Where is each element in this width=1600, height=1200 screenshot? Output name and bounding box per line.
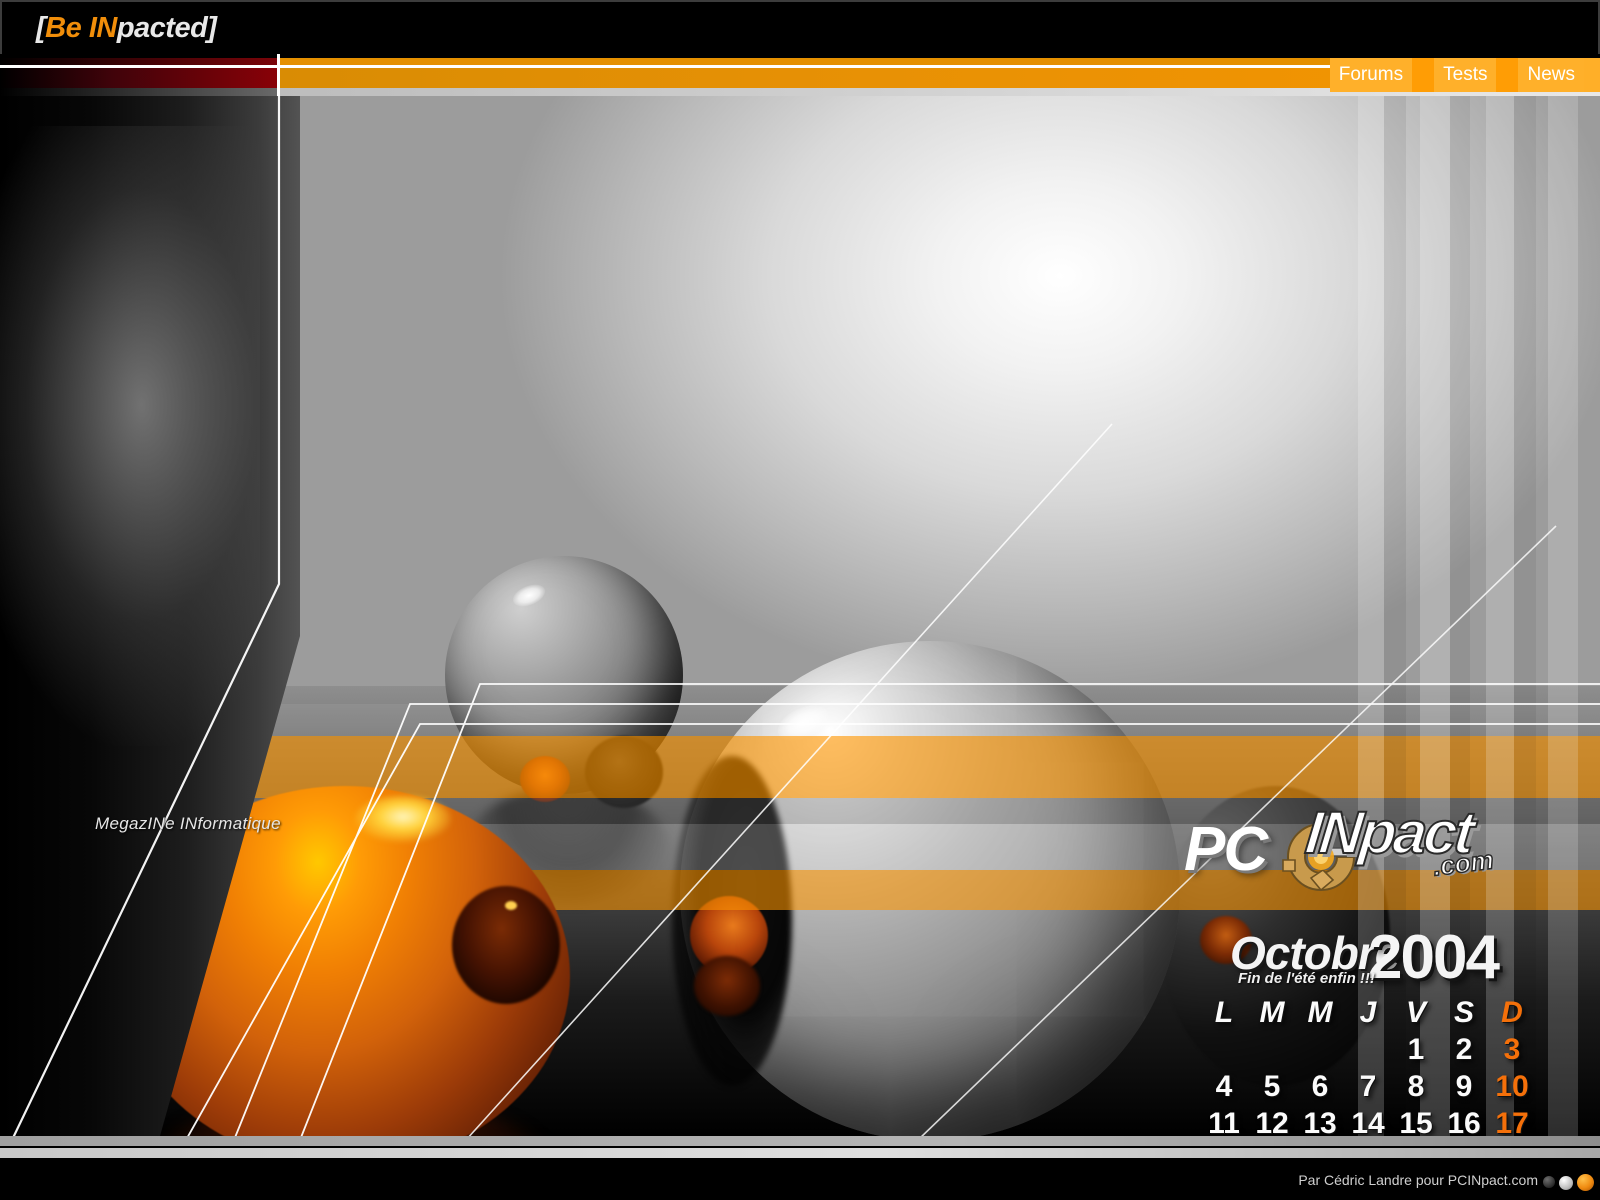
weekday-cell: M [1307, 996, 1333, 1029]
nav-divider-1 [1412, 58, 1435, 92]
calendar-week-row: 4 5 6 7 8 9 10 [1200, 1068, 1600, 1105]
calendar-week-row: 1 2 3 [1200, 1031, 1600, 1068]
footer-sphere-orange-icon [1577, 1174, 1594, 1191]
header-vertical-divider [277, 54, 280, 96]
day-cell [1344, 1031, 1392, 1068]
day-cell: 16 [1447, 1107, 1481, 1136]
day-cell: 5 [1263, 1070, 1281, 1103]
day-cell: 11 [1208, 1107, 1240, 1136]
header-bottom-dark-stripe [0, 88, 280, 96]
main-navigation: Forums Tests News [1329, 58, 1600, 92]
wallpaper-stage: [Be INpacted] Forums Tests News MegazINe… [0, 0, 1600, 1200]
day-cell: 14 [1351, 1107, 1385, 1136]
brand-in: IN [88, 12, 118, 44]
day-cell: 7 [1359, 1070, 1377, 1103]
day-cell [1248, 1031, 1296, 1068]
brand-bracket-open: [ [36, 12, 46, 44]
title-bar: [Be INpacted] [0, 0, 1600, 54]
calendar: Octobre 2004 Fin de l'été enfin !!! L M … [1190, 923, 1600, 1136]
pcinpact-logo[interactable]: PC INpact .com [1178, 796, 1538, 896]
weekday-cell: V [1405, 996, 1426, 1029]
calendar-year: 2004 [1368, 923, 1500, 992]
day-cell: 1 [1407, 1033, 1425, 1066]
day-cell: 15 [1399, 1107, 1433, 1136]
day-cell: 9 [1455, 1070, 1473, 1103]
logo-text-pc: PC [1184, 815, 1268, 884]
brand-bracket-close: ] [207, 12, 217, 44]
logo-text-com: .com [1431, 844, 1496, 883]
brand-pacted: pacted [116, 12, 208, 44]
weekday-cell: M [1259, 996, 1285, 1029]
day-cell [1200, 1031, 1248, 1068]
weekday-cell: D [1501, 996, 1523, 1029]
header-thin-red-stripe [0, 58, 280, 65]
nav-divider-2 [1496, 58, 1519, 92]
day-cell: 6 [1311, 1070, 1329, 1103]
footer-sphere-light-icon [1559, 1176, 1573, 1190]
day-cell: 17 [1495, 1107, 1529, 1136]
footer-sphere-dark-icon [1543, 1176, 1555, 1188]
page-title: [Be INpacted] [36, 12, 217, 45]
weekday-cell: J [1359, 996, 1377, 1029]
magazine-label: MegazINe INformatique [95, 814, 281, 833]
brand-be: Be [45, 12, 89, 44]
calendar-grid: L M M J V S D 1 2 3 4 5 6 7 8 9 10 11 12… [1200, 994, 1600, 1136]
day-cell: 3 [1503, 1033, 1521, 1066]
weekday-cell: L [1214, 996, 1234, 1029]
day-cell [1296, 1031, 1344, 1068]
nav-end-cap [1584, 58, 1600, 92]
footer-credit: Par Cédric Landre pour PCINpact.com [1298, 1172, 1538, 1188]
nav-item-tests[interactable]: Tests [1434, 58, 1497, 92]
day-cell: 8 [1407, 1070, 1425, 1103]
day-cell: 2 [1455, 1033, 1473, 1066]
nav-item-news[interactable]: News [1518, 58, 1584, 92]
nav-item-forums[interactable]: Forums [1329, 58, 1413, 92]
bottom-bar-lower [0, 1148, 1600, 1158]
calendar-weekday-row: L M M J V S D [1200, 994, 1600, 1031]
day-cell: 10 [1495, 1070, 1529, 1103]
wallpaper-artwork: MegazINe INformatique PC INpact .com Oct [0, 96, 1600, 1136]
bottom-bar-upper [0, 1136, 1600, 1146]
day-cell: 12 [1255, 1107, 1289, 1136]
calendar-subtitle: Fin de l'été enfin !!! [1238, 970, 1375, 987]
weekday-cell: S [1453, 996, 1474, 1029]
calendar-week-row: 11 12 13 14 15 16 17 [1200, 1105, 1600, 1136]
day-cell: 13 [1303, 1107, 1337, 1136]
day-cell: 4 [1215, 1070, 1233, 1103]
header-main-red-stripe [0, 68, 280, 88]
